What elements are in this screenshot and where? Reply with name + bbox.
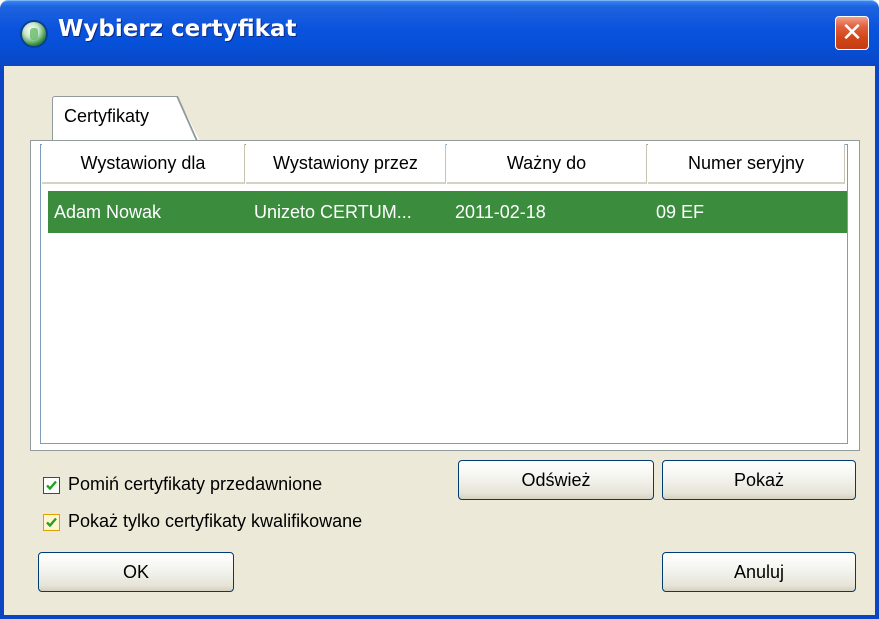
close-icon: ✕ — [841, 18, 863, 48]
window-frame-left — [0, 66, 4, 619]
check-icon — [46, 517, 57, 528]
skip-expired-checkbox[interactable] — [43, 477, 60, 494]
column-header-issued-to[interactable]: Wystawiony dla — [42, 144, 245, 184]
certificate-list[interactable] — [40, 144, 848, 444]
column-header-serial-number[interactable]: Numer seryjny — [648, 144, 845, 184]
cell-issued-to: Adam Nowak — [54, 202, 162, 222]
refresh-button[interactable]: Odśwież — [458, 460, 654, 500]
close-button[interactable]: ✕ — [835, 16, 869, 50]
qualified-only-label[interactable]: Pokaż tylko certyfikaty kwalifikowane — [68, 511, 362, 532]
app-icon — [22, 22, 46, 46]
ok-button[interactable]: OK — [38, 552, 234, 592]
certificate-dialog: Wybierz certyfikat ✕ Certyfikaty Wystawi… — [0, 0, 879, 619]
qualified-only-checkbox[interactable] — [43, 514, 60, 531]
cell-serial-number: 09 EF — [656, 202, 705, 222]
show-button[interactable]: Pokaż — [662, 460, 856, 500]
window-frame-right — [875, 66, 879, 619]
skip-expired-label[interactable]: Pomiń certyfikaty przedawnione — [68, 474, 322, 495]
cell-valid-to: 2011-02-18 — [455, 202, 546, 222]
cell-issued-by: Unizeto CERTUM... — [254, 202, 412, 222]
column-header-valid-to[interactable]: Ważny do — [447, 144, 647, 184]
window-title: Wybierz certyfikat — [58, 16, 297, 42]
cancel-button[interactable]: Anuluj — [662, 552, 856, 592]
window-frame-bottom — [0, 615, 879, 619]
check-icon — [46, 480, 57, 491]
table-row-selected[interactable] — [48, 191, 847, 233]
tab-certificates-label: Certyfikaty — [64, 106, 150, 126]
column-header-issued-by[interactable]: Wystawiony przez — [246, 144, 446, 184]
